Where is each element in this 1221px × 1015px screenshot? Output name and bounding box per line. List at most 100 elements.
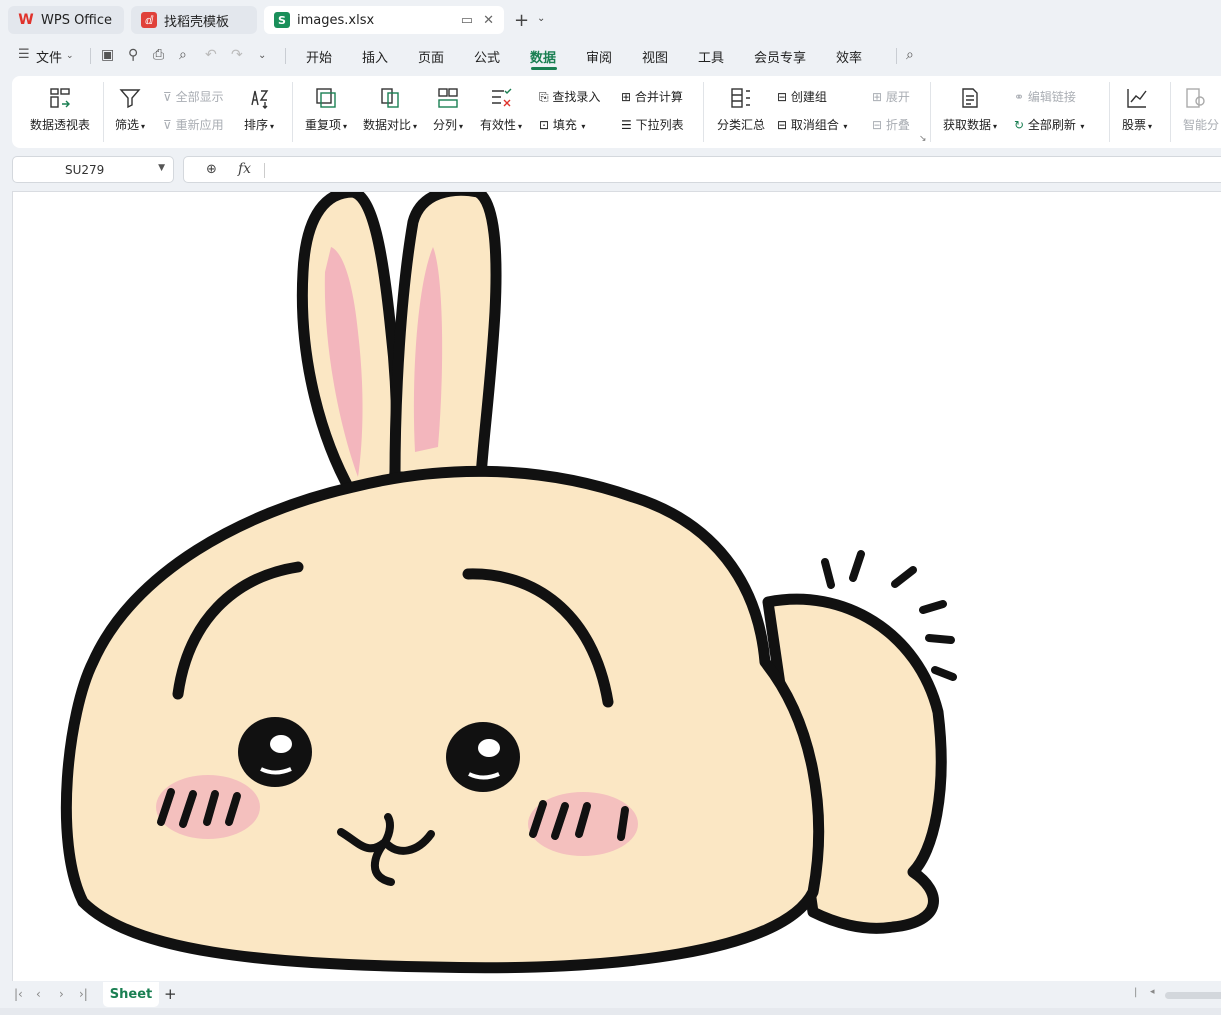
split-column-label: 分列 xyxy=(433,118,458,132)
dropdown-list-label: 下拉列表 xyxy=(635,118,684,132)
menu-insert[interactable]: 插入 xyxy=(362,47,388,66)
close-tab-icon[interactable]: ✕ xyxy=(483,13,494,28)
create-group-button[interactable]: ⊟ 创建组 xyxy=(777,88,827,105)
divider xyxy=(896,48,897,64)
menu-icon[interactable]: ☰ xyxy=(18,47,30,62)
data-compare-button[interactable]: 数据对比 ▾ xyxy=(363,86,417,133)
smart-analysis-button[interactable]: 智能分 xyxy=(1183,86,1221,133)
filter-button[interactable]: 筛选 ▾ xyxy=(115,86,145,133)
last-sheet-icon[interactable]: ›| xyxy=(79,987,88,1001)
lookup-entry-button[interactable]: ⎘ 查找录入 xyxy=(539,88,600,105)
print-icon[interactable]: ⎙ xyxy=(153,47,164,63)
menu-tools[interactable]: 工具 xyxy=(698,47,724,66)
horizontal-scrollbar[interactable] xyxy=(1165,992,1221,999)
format-painter-icon[interactable]: ⚲ xyxy=(128,47,138,63)
ungroup-button[interactable]: ⊟ 取消组合 ▾ xyxy=(777,116,847,133)
scroll-separator: | xyxy=(1134,987,1138,998)
duplicates-icon xyxy=(316,88,336,108)
chevron-down-icon[interactable]: ▼ xyxy=(158,163,165,173)
chevron-down-icon: ▾ xyxy=(518,122,523,131)
chevron-down-icon: ▾ xyxy=(141,122,146,131)
menu-home[interactable]: 开始 xyxy=(306,47,332,66)
save-icon[interactable]: ▣ xyxy=(101,47,114,63)
chevron-down-icon: ▾ xyxy=(1077,122,1085,131)
lookup-entry-icon: ⎘ xyxy=(539,90,553,104)
menu-data[interactable]: 数据 xyxy=(530,47,556,66)
collapse-icon: ⊟ xyxy=(872,118,886,132)
sheet-grid[interactable] xyxy=(12,191,1221,981)
right-eye xyxy=(446,722,520,792)
formula-bar[interactable]: ⊕ fx xyxy=(183,156,1221,183)
chevron-down-icon[interactable]: ⌄ xyxy=(258,50,266,61)
chevron-down-icon[interactable]: ⌄ xyxy=(66,51,74,61)
fill-button[interactable]: ⊡ 填充 ▾ xyxy=(539,116,585,133)
dialog-launcher-icon[interactable]: ↘ xyxy=(919,134,927,144)
validity-icon xyxy=(492,88,512,107)
expand-icon: ⊞ xyxy=(872,90,886,104)
show-all-label: 全部显示 xyxy=(175,90,224,104)
chevron-down-icon: ▾ xyxy=(1148,122,1153,131)
refresh-icon: ↻ xyxy=(1014,118,1028,132)
undo-icon[interactable]: ↶ xyxy=(205,47,217,63)
menu-member[interactable]: 会员专享 xyxy=(754,47,806,66)
get-data-button[interactable]: 获取数据 ▾ xyxy=(943,86,997,133)
subtotal-label: 分类汇总 xyxy=(717,118,766,132)
divider xyxy=(1109,82,1110,142)
edit-links-button[interactable]: ⚭ 编辑链接 xyxy=(1014,88,1076,105)
prev-sheet-icon[interactable]: ‹ xyxy=(36,987,41,1001)
menu-page[interactable]: 页面 xyxy=(418,47,444,66)
search-icon[interactable]: ⌕ xyxy=(906,47,914,63)
wps-logo-icon: W xyxy=(18,12,34,28)
next-sheet-icon[interactable]: › xyxy=(59,987,64,1001)
stocks-label: 股票 xyxy=(1122,118,1147,132)
sheet-tab-bar: |‹ ‹ › ›| Sheet + | ◂ xyxy=(0,982,1221,1008)
refresh-all-button[interactable]: ↻ 全部刷新 ▾ xyxy=(1014,116,1084,133)
sheet-tab-active[interactable]: Sheet xyxy=(103,982,159,1007)
data-compare-label: 数据对比 xyxy=(363,118,412,132)
collapse-label: 折叠 xyxy=(885,118,910,132)
dropdown-list-button[interactable]: ☰ 下拉列表 xyxy=(621,116,684,133)
redo-icon[interactable]: ↷ xyxy=(231,47,243,63)
data-compare-icon xyxy=(381,88,399,108)
sort-label: 排序 xyxy=(244,118,269,132)
consolidate-button[interactable]: ⊞ 合并计算 xyxy=(621,88,683,105)
right-ear xyxy=(389,192,502,483)
menu-view[interactable]: 视图 xyxy=(642,47,668,66)
validity-button[interactable]: 有效性 ▾ xyxy=(480,86,522,133)
menu-review[interactable]: 审阅 xyxy=(586,47,612,66)
scroll-left-icon[interactable]: ◂ xyxy=(1150,987,1155,997)
duplicates-label: 重复项 xyxy=(305,118,342,132)
bunny-image[interactable] xyxy=(13,192,1221,981)
show-all-button[interactable]: ⊽ 全部显示 xyxy=(163,88,224,105)
window-restore-icon[interactable]: ▭ xyxy=(461,13,473,28)
first-sheet-icon[interactable]: |‹ xyxy=(14,987,23,1001)
add-sheet-icon[interactable]: + xyxy=(164,985,177,1003)
menu-efficiency[interactable]: 效率 xyxy=(836,47,862,66)
get-data-icon xyxy=(962,88,978,108)
menu-file[interactable]: 文件 xyxy=(36,47,62,66)
split-column-button[interactable]: 分列 ▾ xyxy=(433,86,463,133)
stocks-button[interactable]: 股票 ▾ xyxy=(1122,86,1152,133)
function-icon[interactable]: fx xyxy=(238,161,251,177)
expand-button[interactable]: ⊞ 展开 xyxy=(872,88,910,105)
menu-formulas[interactable]: 公式 xyxy=(474,47,500,66)
sort-button[interactable]: 排序 ▾ xyxy=(244,86,274,133)
new-tab-icon[interactable]: + xyxy=(514,10,529,31)
reapply-button[interactable]: ⊽ 重新应用 xyxy=(163,116,224,133)
pivot-table-button[interactable]: 数据透视表 xyxy=(30,86,90,133)
fill-label: 填充 xyxy=(552,118,577,132)
validity-label: 有效性 xyxy=(480,118,517,132)
tab-images-xlsx[interactable]: S images.xlsx ▭ ✕ xyxy=(264,6,504,34)
name-box[interactable]: SU279 ▼ xyxy=(12,156,174,183)
tab-docer-templates[interactable]: ⅆ 找稻壳模板 xyxy=(131,6,257,34)
chevron-down-icon: ▾ xyxy=(578,122,586,131)
tab-wps-office[interactable]: W WPS Office xyxy=(8,6,124,34)
subtotal-button[interactable]: 分类汇总 xyxy=(717,86,765,133)
print-preview-icon[interactable]: ⌕ xyxy=(179,47,187,63)
duplicates-button[interactable]: 重复项 ▾ xyxy=(305,86,347,133)
zoom-icon[interactable]: ⊕ xyxy=(206,162,217,177)
chevron-down-icon[interactable]: ⌄ xyxy=(537,13,545,24)
left-eye-highlight xyxy=(270,735,292,753)
collapse-button[interactable]: ⊟ 折叠 xyxy=(872,116,910,133)
divider xyxy=(264,163,265,178)
